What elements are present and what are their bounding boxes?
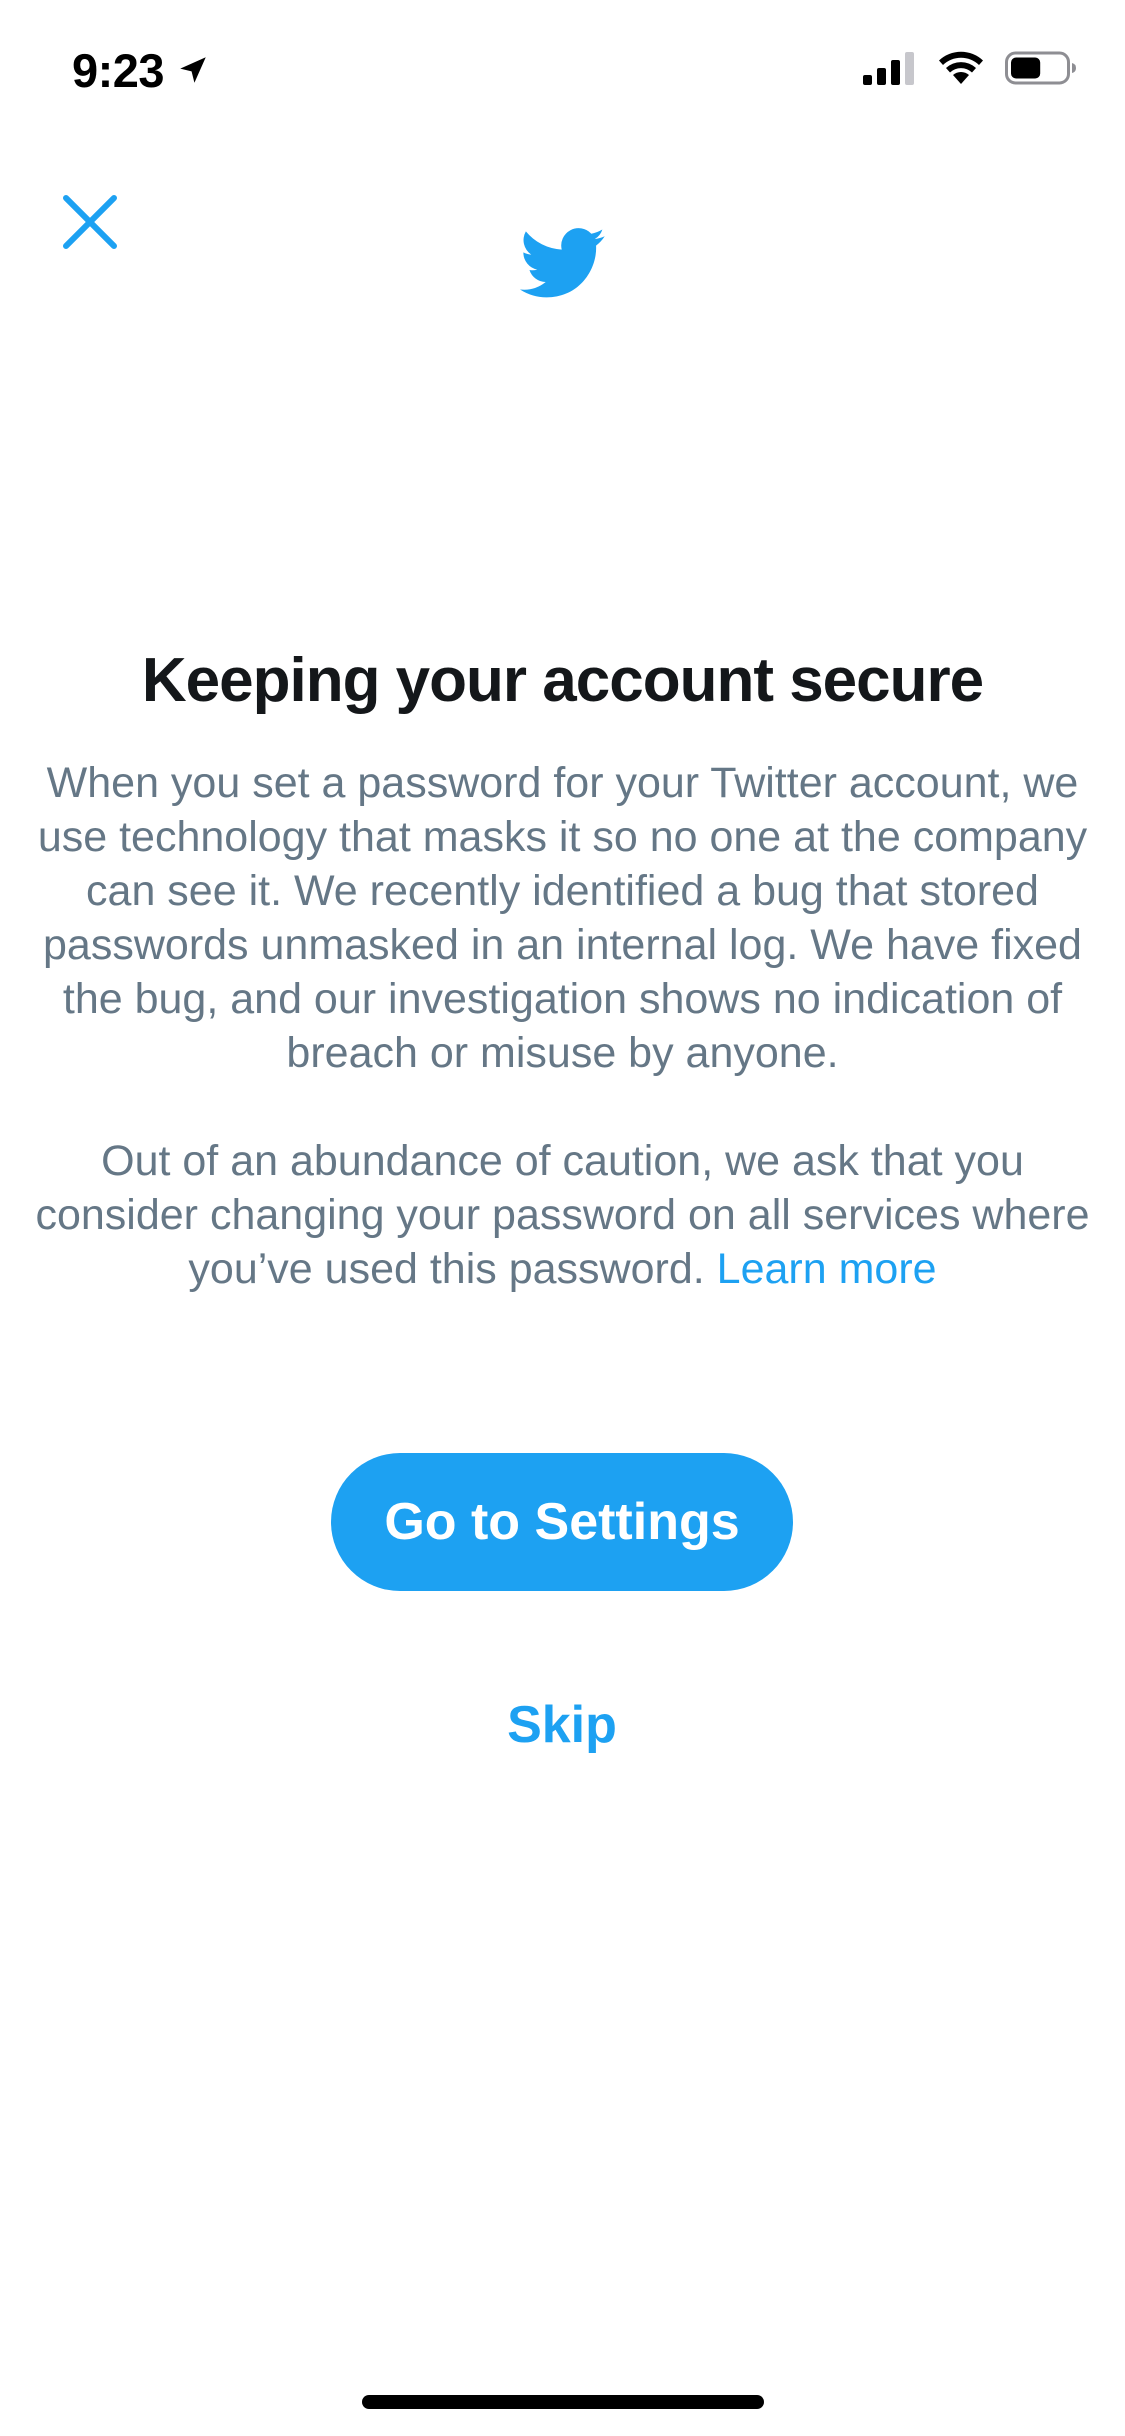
message-paragraph-2: Out of an abundance of caution, we ask t…: [34, 1134, 1091, 1296]
go-to-settings-button[interactable]: Go to Settings: [331, 1453, 793, 1591]
twitter-bird-icon: [520, 228, 606, 298]
cellular-signal-icon: [863, 51, 917, 90]
message-paragraph-1: When you set a password for your Twitter…: [37, 759, 1088, 1077]
battery-icon: [1005, 50, 1077, 91]
status-time: 9:23: [72, 43, 165, 97]
close-button[interactable]: [54, 186, 126, 258]
page-title: Keeping your account secure: [141, 646, 984, 715]
status-time-group: 9:23: [72, 40, 210, 100]
location-arrow-icon: [176, 53, 210, 87]
skip-button[interactable]: Skip: [462, 1690, 662, 1760]
home-indicator: [362, 2395, 764, 2409]
status-bar: 9:23: [0, 0, 1125, 132]
message-body: When you set a password for your Twitter…: [34, 756, 1091, 1296]
learn-more-link[interactable]: Learn more: [717, 1245, 937, 1293]
close-icon: [63, 195, 117, 249]
wifi-icon: [937, 50, 985, 91]
status-indicators: [863, 48, 1077, 92]
